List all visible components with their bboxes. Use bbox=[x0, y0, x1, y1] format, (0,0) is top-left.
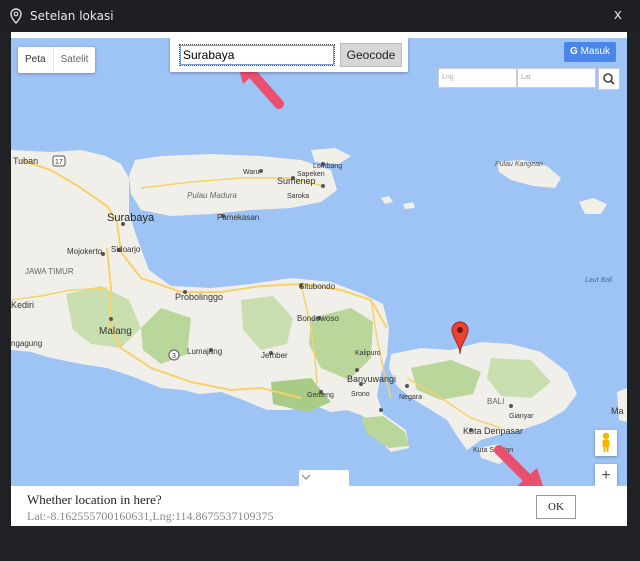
place-bondowoso: Bondowoso bbox=[297, 314, 339, 323]
street-view-button[interactable] bbox=[595, 430, 617, 456]
place-tuban: Tuban bbox=[13, 156, 38, 166]
place-waru: Waru bbox=[243, 169, 260, 176]
place-kalipuro: Kalipuro bbox=[355, 350, 381, 357]
place-ngagung: ngagung bbox=[11, 339, 42, 348]
location-dialog: 17 3 Tuban Surabaya Mojokerto Sidoarjo J… bbox=[11, 32, 627, 526]
pegman-icon bbox=[602, 432, 610, 452]
ok-button[interactable]: OK bbox=[536, 495, 576, 519]
place-kediri: Kediri bbox=[11, 300, 34, 310]
place-ma: Ma bbox=[611, 406, 624, 416]
map-type-satellite-button[interactable]: Satelit bbox=[52, 47, 96, 73]
map-type-control: Peta Satelit bbox=[18, 47, 96, 73]
place-mojokerto: Mojokerto bbox=[67, 247, 103, 256]
place-bali: BALI bbox=[487, 397, 504, 406]
google-icon: G bbox=[570, 46, 578, 57]
lng-input[interactable]: Lng bbox=[438, 68, 517, 88]
lat-input[interactable]: Lat bbox=[517, 68, 596, 88]
coord-search-button[interactable] bbox=[598, 68, 620, 90]
place-jember: Jember bbox=[261, 351, 288, 360]
place-malang: Malang bbox=[99, 326, 132, 337]
route-3-label: 3 bbox=[172, 353, 176, 360]
place-probolinggo: Probolinggo bbox=[175, 292, 223, 302]
place-lumajang: Lumajang bbox=[187, 347, 222, 356]
expand-panel-button[interactable] bbox=[299, 470, 349, 486]
search-input[interactable] bbox=[179, 44, 335, 66]
place-pulau-madura: Pulau Madura bbox=[187, 191, 237, 200]
signin-button[interactable]: G Masuk bbox=[564, 42, 616, 62]
place-surabaya: Surabaya bbox=[107, 212, 155, 224]
signin-label: Masuk bbox=[580, 46, 611, 57]
location-question: Whether location in here? bbox=[27, 492, 162, 507]
place-genteng: Genteng bbox=[307, 392, 334, 399]
search-icon bbox=[603, 73, 615, 85]
place-banyuwangi: Banyuwangi bbox=[347, 374, 396, 384]
close-icon[interactable]: x bbox=[614, 7, 622, 23]
route-17-label: 17 bbox=[55, 159, 63, 166]
place-srono: Srono bbox=[351, 391, 370, 398]
dialog-footer: Whether location in here? Lat:-8.1625557… bbox=[11, 486, 627, 526]
annotation-arrow-ok bbox=[494, 445, 543, 486]
place-jawa-timur: JAWA TIMUR bbox=[25, 267, 74, 276]
place-pulau-kangean: Pulau Kangean bbox=[495, 161, 543, 168]
place-pamekasan: Pamekasan bbox=[217, 213, 259, 222]
place-lombang: Lombang bbox=[313, 163, 342, 170]
place-kota-denpasar: Kota Denpasar bbox=[463, 426, 523, 436]
map-view[interactable]: 17 3 Tuban Surabaya Mojokerto Sidoarjo J… bbox=[11, 38, 627, 486]
geocode-panel: Geocode bbox=[170, 38, 408, 72]
map-canvas: 17 3 Tuban Surabaya Mojokerto Sidoarjo J… bbox=[11, 54, 627, 486]
place-saroka: Saroka bbox=[287, 193, 309, 200]
geocode-button[interactable]: Geocode bbox=[340, 43, 402, 67]
coordinates-readout: Lat:-8.162555700160631,Lng:114.867553710… bbox=[27, 509, 274, 523]
place-sapeken: Sapeken bbox=[297, 171, 325, 178]
chevron-down-icon bbox=[301, 474, 311, 481]
place-laut-bali: Laut Bali bbox=[585, 277, 613, 284]
title-bar: Setelan lokasi x bbox=[0, 0, 640, 32]
location-pin-icon bbox=[10, 8, 22, 24]
place-situbondo: Situbondo bbox=[299, 282, 336, 291]
map-type-map-button[interactable]: Peta bbox=[18, 47, 53, 73]
place-sidoarjo: Sidoarjo bbox=[111, 245, 141, 254]
place-gianyar: Gianyar bbox=[509, 413, 534, 420]
zoom-in-button[interactable]: + bbox=[595, 464, 617, 486]
place-negara: Negara bbox=[399, 394, 422, 401]
window-title: Setelan lokasi bbox=[30, 9, 114, 23]
